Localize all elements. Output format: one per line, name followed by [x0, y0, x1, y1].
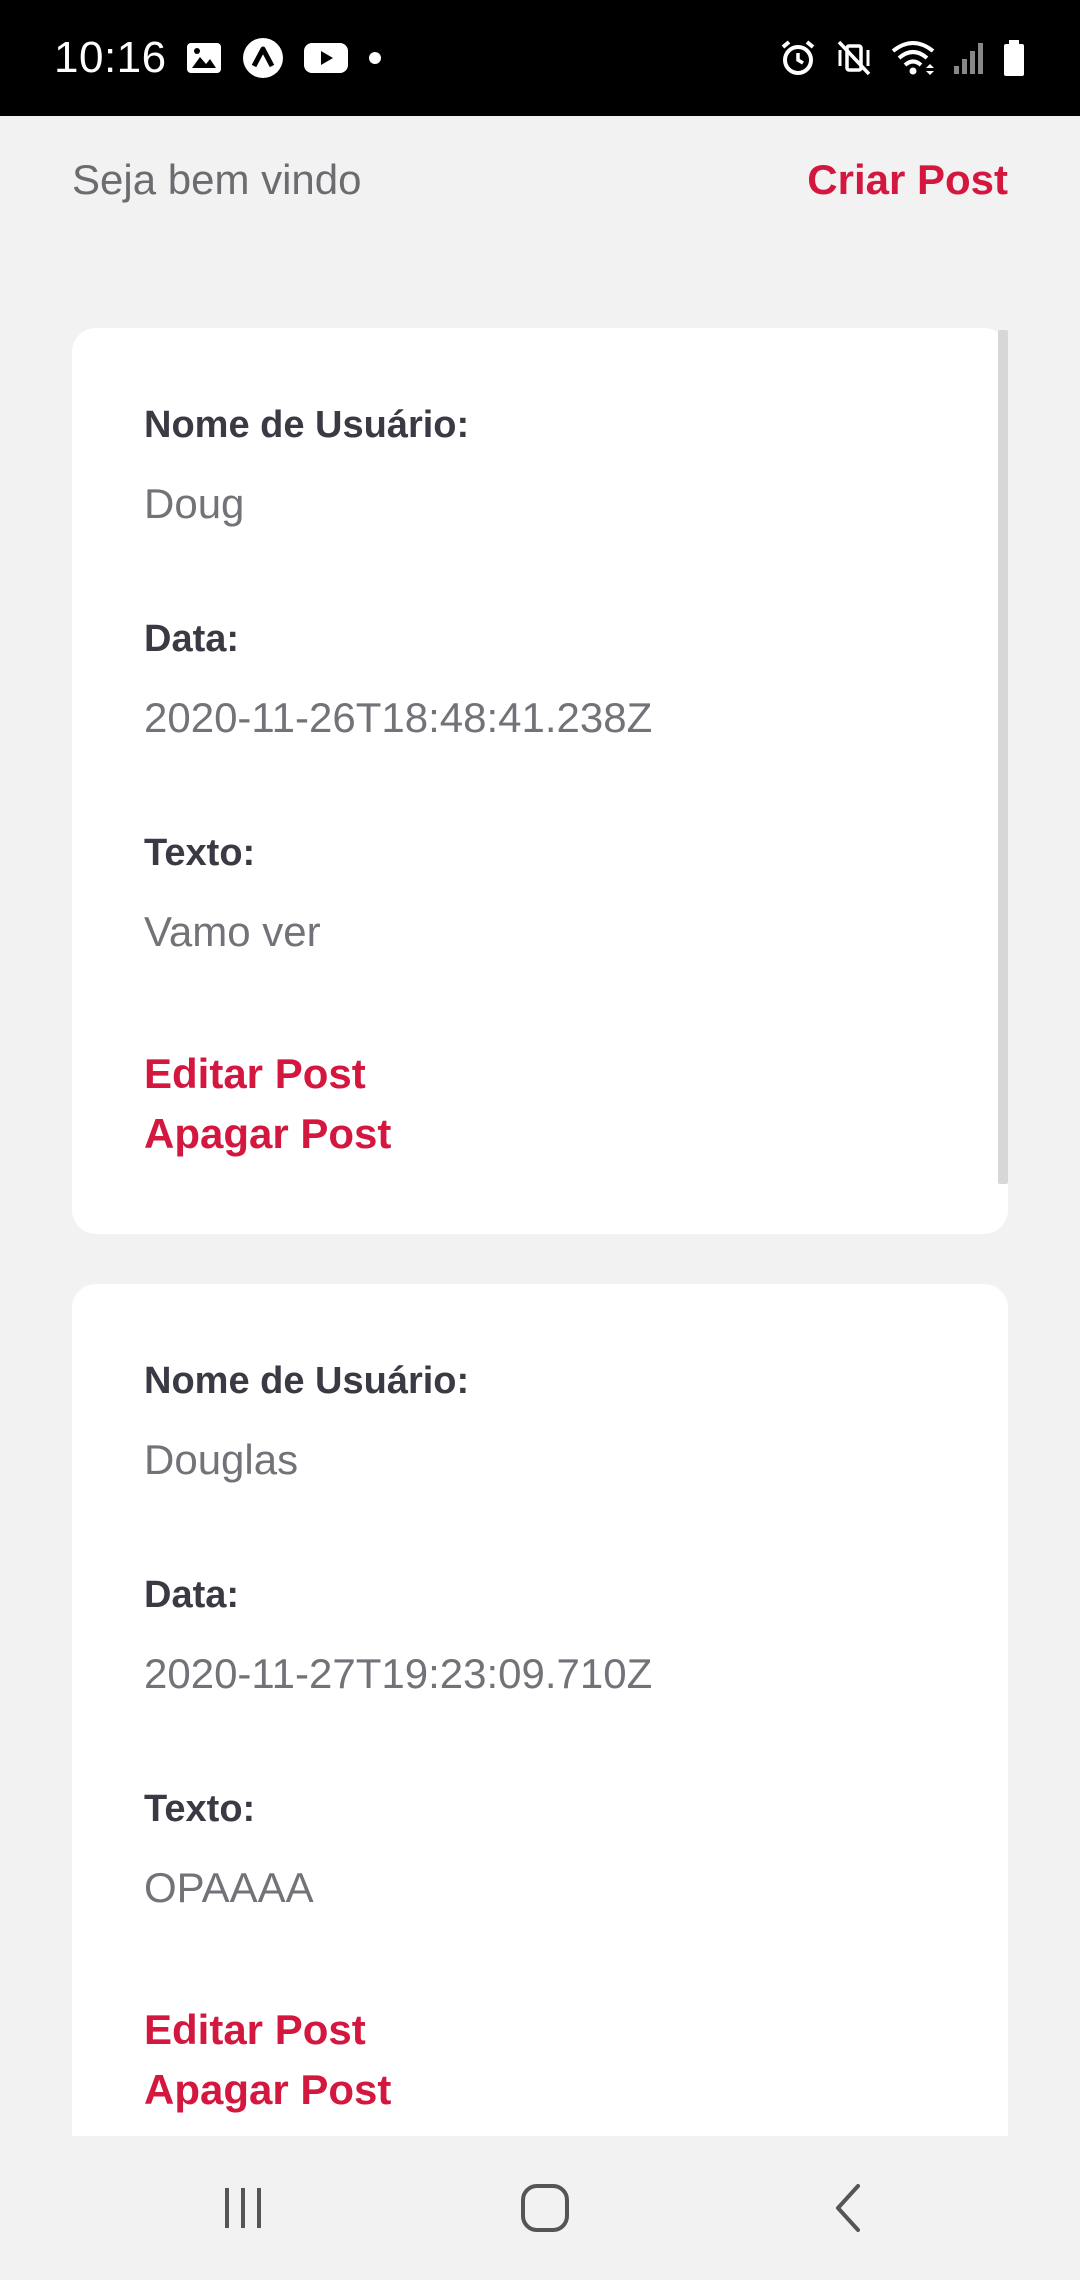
image-icon — [185, 41, 223, 75]
text-value: OPAAAA — [144, 1864, 314, 1911]
text-value: Vamo ver — [144, 908, 321, 955]
scrollbar[interactable] — [998, 330, 1008, 1184]
post-card: Nome de Usuário: Douglas Data: 2020-11-2… — [72, 1284, 1008, 2136]
edit-post-button[interactable]: Editar Post — [144, 1050, 366, 1098]
vibrate-off-icon — [834, 38, 874, 78]
back-icon[interactable] — [808, 2172, 888, 2244]
status-time: 10:16 — [54, 33, 167, 82]
battery-icon — [1002, 39, 1026, 77]
username-value: Doug — [144, 480, 245, 527]
status-left: 10:16 — [54, 0, 383, 116]
post-card: Nome de Usuário: Doug Data: 2020-11-26T1… — [72, 328, 1008, 1234]
username-label: Nome de Usuário: — [144, 1360, 470, 1402]
welcome-text: Seja bem vindo — [72, 156, 362, 203]
date-label: Data: — [144, 618, 240, 660]
date-label: Data: — [144, 1574, 240, 1616]
recent-apps-icon[interactable] — [203, 2172, 283, 2244]
delete-post-button[interactable]: Apagar Post — [144, 1110, 391, 1158]
username-value: Douglas — [144, 1436, 299, 1483]
wifi-icon — [890, 38, 936, 78]
status-bar: 10:16 — [0, 0, 1080, 116]
delete-post-button[interactable]: Apagar Post — [144, 2066, 391, 2114]
app-launcher-icon — [241, 36, 285, 80]
date-value: 2020-11-27T19:23:09.710Z — [144, 1650, 653, 1697]
text-label: Texto: — [144, 832, 256, 874]
alarm-icon — [778, 38, 818, 78]
notification-dot-icon — [367, 50, 383, 66]
navigation-bar — [0, 2136, 1080, 2280]
create-post-button[interactable]: Criar Post — [807, 156, 1008, 204]
edit-post-button[interactable]: Editar Post — [144, 2006, 366, 2054]
signal-icon — [952, 40, 986, 76]
home-icon[interactable] — [505, 2172, 585, 2244]
date-value: 2020-11-26T18:48:41.238Z — [144, 694, 653, 741]
status-right — [778, 0, 1026, 116]
app-header: Seja bem vindo Criar Post — [0, 116, 1080, 246]
username-label: Nome de Usuário: — [144, 404, 470, 446]
text-label: Texto: — [144, 1788, 256, 1830]
youtube-icon — [303, 41, 349, 75]
post-feed[interactable]: Nome de Usuário: Doug Data: 2020-11-26T1… — [0, 246, 1080, 2136]
